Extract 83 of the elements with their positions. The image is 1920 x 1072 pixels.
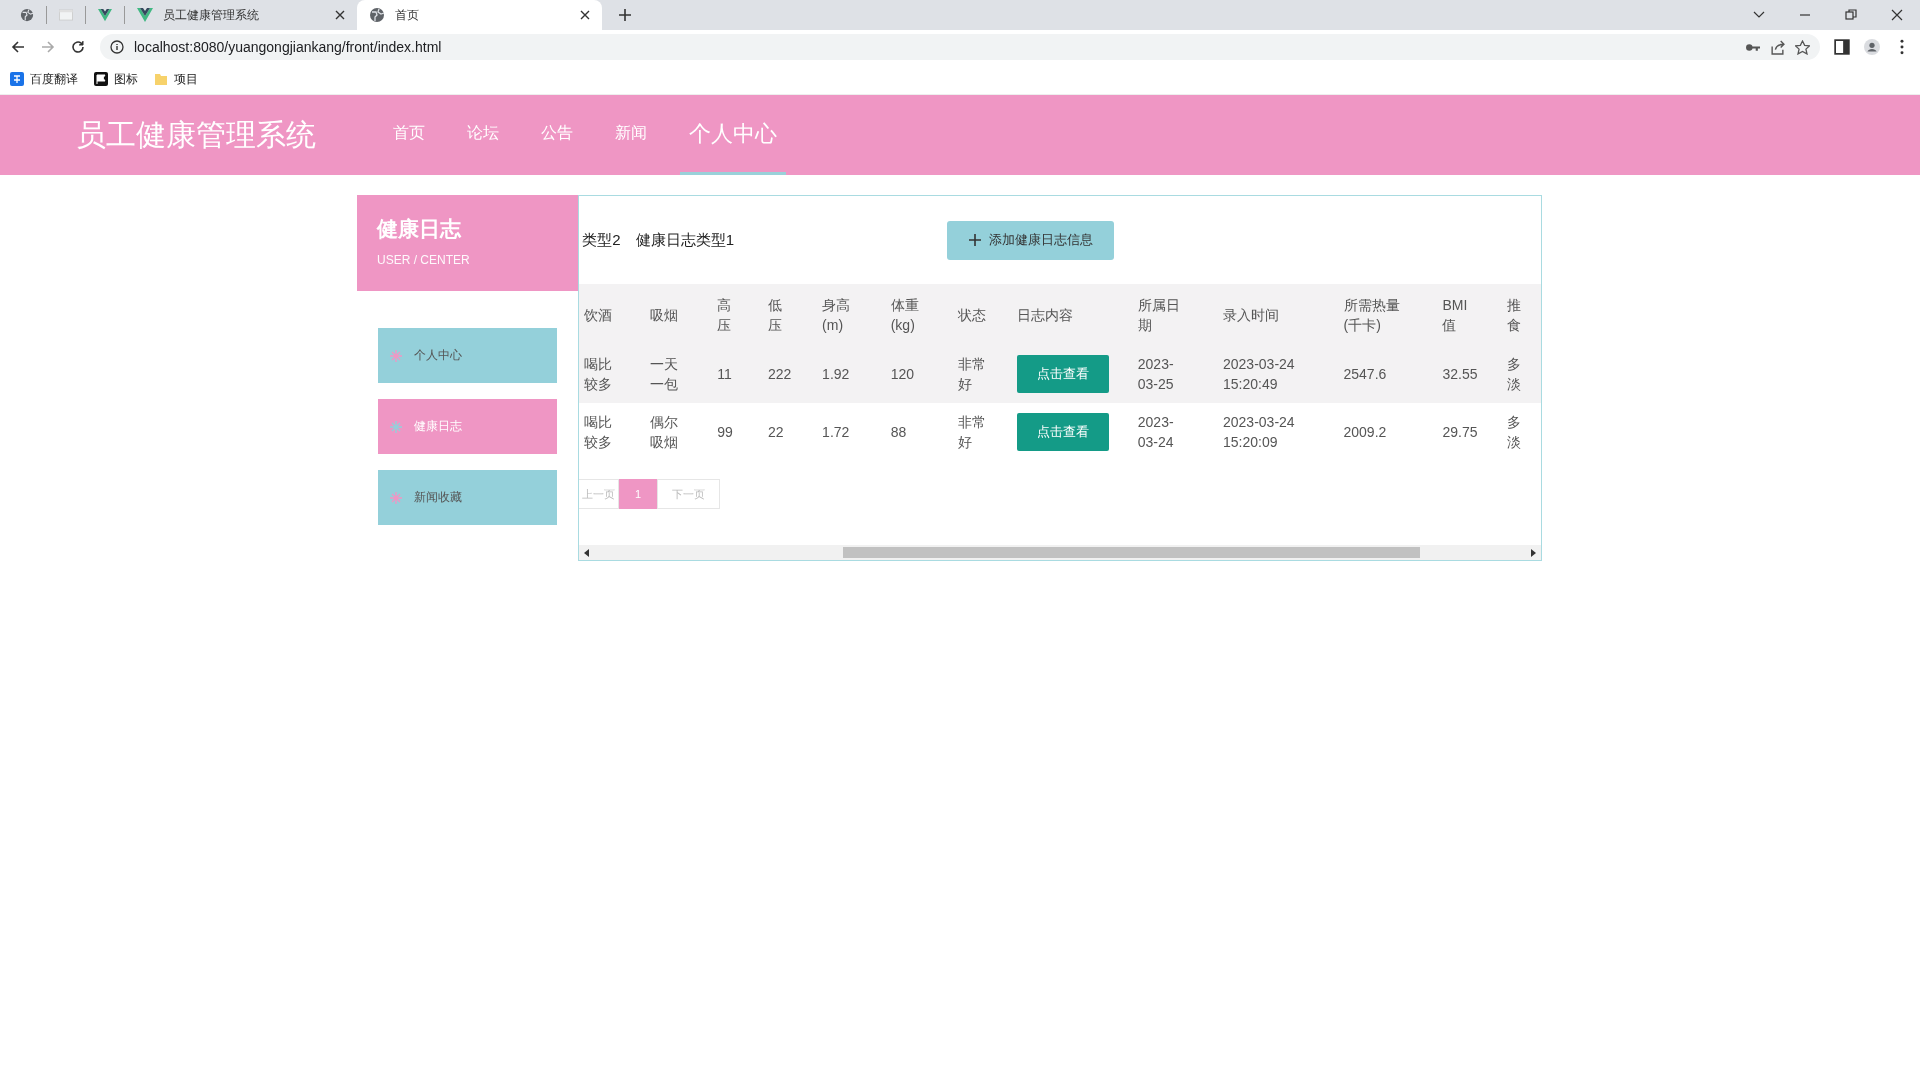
column-header: 低压 xyxy=(768,295,784,335)
share-icon[interactable] xyxy=(1770,39,1785,55)
v-logo-icon xyxy=(98,8,112,22)
add-button[interactable]: 添加健康日志信息 xyxy=(947,220,1114,260)
url-text: localhost:8080/yuangongjiankang/front/index.html xyxy=(134,39,442,55)
view-button[interactable]: 点击查看 xyxy=(1016,355,1109,393)
table-cell-text: 喝比较多 xyxy=(584,355,613,394)
table-cell-text: 32.55 xyxy=(1442,365,1479,384)
table-cell-text: 22 xyxy=(768,423,785,442)
table-cell-text: 1.92 xyxy=(822,365,851,384)
filter-tab[interactable]: 健康日志类型1 xyxy=(635,230,734,250)
profile-icon[interactable] xyxy=(1864,39,1880,55)
bookmark[interactable]: 图标 xyxy=(94,70,138,88)
view-button[interactable]: 点击查看 xyxy=(1016,413,1109,451)
table-cell-text: 88 xyxy=(890,423,908,442)
snowflake-icon xyxy=(390,420,402,433)
close-icon[interactable] xyxy=(1890,8,1904,22)
site-title: 员工健康管理系统 xyxy=(76,116,316,153)
page-icon xyxy=(59,8,73,22)
snowflake-icon xyxy=(390,349,402,362)
filter-tab[interactable]: 类型2 xyxy=(582,230,621,250)
plus-icon xyxy=(968,234,981,246)
sidebar-item[interactable]: 新闻收藏 xyxy=(378,470,557,525)
table-cell-text: 120 xyxy=(890,365,916,384)
table-cell-text: 2023-03-24 15:20:09 xyxy=(1223,413,1296,452)
tab-title: 首页 xyxy=(395,6,419,24)
table-cell-text: 2023-03-24 15:20:49 xyxy=(1223,355,1296,394)
v-logo-icon xyxy=(137,8,153,22)
snowflake-icon xyxy=(390,491,402,504)
sidebar-item[interactable]: 个人中心 xyxy=(378,328,557,383)
column-header: 所属日期 xyxy=(1137,295,1181,335)
table-cell-text: 多淡 xyxy=(1506,413,1522,452)
scrollbar-thumb[interactable] xyxy=(843,547,1420,558)
translate-icon xyxy=(10,72,24,86)
table-cell-text: 非常好 xyxy=(958,355,988,394)
column-header: 身高(m) xyxy=(822,295,852,335)
table-cell-text: 2547.6 xyxy=(1343,365,1388,384)
flag-icon xyxy=(94,72,108,86)
table-cell-text: 非常好 xyxy=(958,413,988,452)
globe-icon xyxy=(20,7,34,23)
table-cell-text: 2023-03-24 xyxy=(1137,413,1175,452)
table-cell-text: 1.72 xyxy=(822,423,851,442)
section-subtitle: USER / CENTER xyxy=(377,253,471,267)
table-cell-text: 偶尔吸烟 xyxy=(650,413,680,452)
table-cell-text: 99 xyxy=(717,423,734,442)
close-icon xyxy=(335,10,345,20)
table-cell-text: 一天一包 xyxy=(650,355,680,394)
side-panel-icon[interactable] xyxy=(1834,39,1850,55)
column-header: 所需热量(千卡) xyxy=(1343,295,1401,335)
column-header: 日志内容 xyxy=(1016,305,1074,325)
close-icon xyxy=(580,10,590,20)
column-header: 推食 xyxy=(1506,295,1522,335)
column-header: 吸烟 xyxy=(650,305,680,325)
address-bar[interactable]: localhost:8080/yuangongjiankang/front/index.html xyxy=(100,34,1820,60)
back-arrow-icon[interactable] xyxy=(10,39,26,55)
column-header: BMI值 xyxy=(1442,295,1469,335)
column-header: 状态 xyxy=(958,305,988,325)
folder-icon xyxy=(154,72,168,86)
table-cell-text: 222 xyxy=(768,365,793,384)
table-cell-text: 29.75 xyxy=(1442,423,1479,442)
table-cell-text: 2023-03-25 xyxy=(1137,355,1175,394)
bookmark[interactable]: 项目 xyxy=(154,70,198,88)
table-cell-text: 2009.2 xyxy=(1343,423,1388,442)
browser-tab[interactable]: 员工健康管理系统 xyxy=(125,0,357,30)
section-title: 健康日志 xyxy=(377,216,462,242)
table-cell-text: 多淡 xyxy=(1506,355,1522,394)
plus-icon[interactable] xyxy=(618,8,632,22)
star-icon[interactable] xyxy=(1795,39,1810,55)
scroll-left-icon[interactable] xyxy=(583,548,591,557)
table-cell-text: 11 xyxy=(717,365,733,384)
column-header: 高压 xyxy=(717,295,733,335)
globe-icon xyxy=(369,7,385,23)
reload-icon[interactable] xyxy=(70,39,86,55)
bookmark[interactable]: 百度翻译 xyxy=(10,70,78,88)
column-header: 录入时间 xyxy=(1223,305,1280,325)
info-icon xyxy=(110,40,124,54)
tab-title: 员工健康管理系统 xyxy=(163,6,259,24)
column-header: 体重(kg) xyxy=(890,295,920,335)
column-header: 饮酒 xyxy=(584,305,613,325)
table-cell-text: 喝比较多 xyxy=(584,413,613,452)
scroll-right-icon[interactable] xyxy=(1529,548,1537,557)
restore-icon[interactable] xyxy=(1844,8,1858,22)
browser-tab[interactable]: 首页 xyxy=(357,0,602,30)
